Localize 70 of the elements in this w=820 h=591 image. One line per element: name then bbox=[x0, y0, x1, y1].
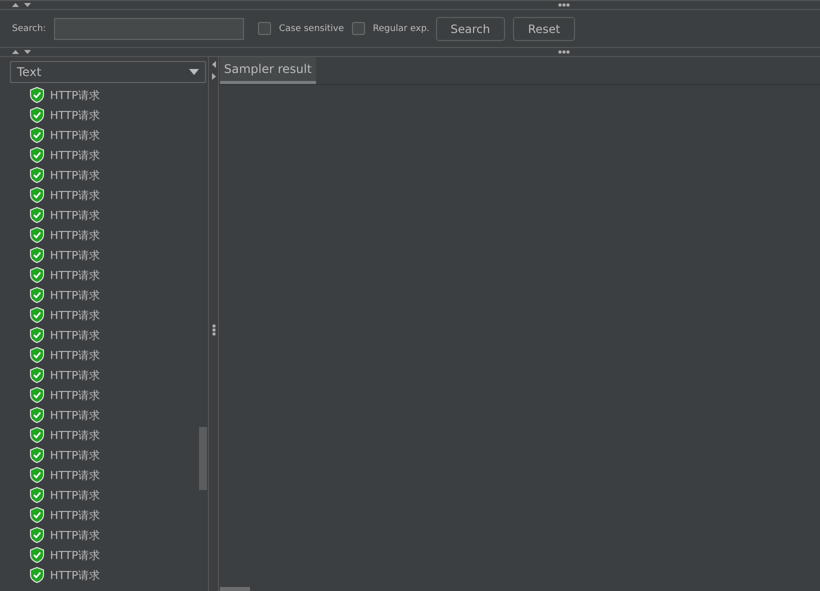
result-item[interactable]: HTTP请求 bbox=[30, 545, 208, 565]
search-label: Search: bbox=[12, 24, 46, 34]
result-label: HTTP请求 bbox=[50, 208, 100, 222]
result-label: HTTP请求 bbox=[50, 468, 100, 482]
result-label: HTTP请求 bbox=[50, 488, 100, 502]
drag-handle-icon[interactable] bbox=[212, 324, 216, 336]
result-item[interactable]: HTTP请求 bbox=[30, 485, 208, 505]
dropdown-value: Text bbox=[17, 65, 42, 79]
result-item[interactable]: HTTP请求 bbox=[30, 145, 208, 165]
drag-handle-icon[interactable] bbox=[558, 50, 570, 54]
scrollbar-thumb[interactable] bbox=[220, 587, 250, 591]
result-item[interactable]: HTTP请求 bbox=[30, 525, 208, 545]
result-label: HTTP请求 bbox=[50, 268, 100, 282]
result-label: HTTP请求 bbox=[50, 568, 100, 582]
result-label: HTTP请求 bbox=[50, 228, 100, 242]
result-label: HTTP请求 bbox=[50, 408, 100, 422]
result-label: HTTP请求 bbox=[50, 328, 100, 342]
renderer-dropdown[interactable]: Text bbox=[10, 61, 206, 83]
result-label: HTTP请求 bbox=[50, 128, 100, 142]
reset-button[interactable]: Reset bbox=[513, 16, 576, 40]
result-label: HTTP请求 bbox=[50, 548, 100, 562]
result-item[interactable]: HTTP请求 bbox=[30, 425, 208, 445]
case-sensitive-checkbox[interactable] bbox=[258, 22, 271, 35]
result-item[interactable]: HTTP请求 bbox=[30, 465, 208, 485]
result-label: HTTP请求 bbox=[50, 188, 100, 202]
scrollbar-thumb[interactable] bbox=[199, 427, 207, 490]
result-item[interactable]: HTTP请求 bbox=[30, 105, 208, 125]
result-label: HTTP请求 bbox=[50, 368, 100, 382]
result-item[interactable]: HTTP请求 bbox=[30, 365, 208, 385]
result-label: HTTP请求 bbox=[50, 428, 100, 442]
result-item[interactable]: HTTP请求 bbox=[30, 85, 208, 105]
collapse-arrows-icon[interactable] bbox=[12, 49, 32, 55]
checkbox-label: Regular exp. bbox=[372, 24, 430, 34]
result-item[interactable]: HTTP请求 bbox=[30, 205, 208, 225]
result-item[interactable]: HTTP请求 bbox=[30, 345, 208, 365]
result-item[interactable]: HTTP请求 bbox=[30, 505, 208, 525]
result-label: HTTP请求 bbox=[50, 88, 100, 102]
result-item[interactable]: HTTP请求 bbox=[30, 225, 208, 245]
result-item[interactable]: HTTP请求 bbox=[30, 385, 208, 405]
result-label: HTTP请求 bbox=[50, 148, 100, 162]
checkbox-label: Case sensitive bbox=[278, 24, 344, 34]
result-label: HTTP请求 bbox=[50, 448, 100, 462]
result-label: HTTP请求 bbox=[50, 288, 100, 302]
result-item[interactable]: HTTP请求 bbox=[30, 305, 208, 325]
result-label: HTTP请求 bbox=[50, 108, 100, 122]
caret-icon bbox=[189, 69, 199, 75]
result-label: HTTP请求 bbox=[50, 348, 100, 362]
result-item[interactable]: HTTP请求 bbox=[30, 445, 208, 465]
result-label: HTTP请求 bbox=[50, 248, 100, 262]
result-tab[interactable]: Sampler result bbox=[220, 57, 316, 84]
result-item[interactable]: HTTP请求 bbox=[30, 125, 208, 145]
result-label: HTTP请求 bbox=[50, 308, 100, 322]
result-label: HTTP请求 bbox=[50, 168, 100, 182]
result-item[interactable]: HTTP请求 bbox=[30, 185, 208, 205]
result-item[interactable]: HTTP请求 bbox=[30, 405, 208, 425]
collapse-arrows-icon[interactable] bbox=[12, 2, 32, 8]
result-item[interactable]: HTTP请求 bbox=[30, 265, 208, 285]
result-label: HTTP请求 bbox=[50, 388, 100, 402]
result-item[interactable]: HTTP请求 bbox=[30, 325, 208, 345]
search-field[interactable] bbox=[54, 18, 244, 40]
result-item[interactable]: HTTP请求 bbox=[30, 285, 208, 305]
result-item[interactable]: HTTP请求 bbox=[30, 165, 208, 185]
expand-arrows-icon[interactable] bbox=[210, 61, 216, 81]
drag-handle-icon[interactable] bbox=[558, 3, 570, 7]
result-item[interactable]: HTTP请求 bbox=[30, 245, 208, 265]
result-item[interactable]: HTTP请求 bbox=[30, 565, 208, 585]
result-label: HTTP请求 bbox=[50, 508, 100, 522]
result-label: HTTP请求 bbox=[50, 528, 100, 542]
search-button[interactable]: Search bbox=[436, 16, 506, 40]
regular-exp-checkbox[interactable] bbox=[352, 22, 365, 35]
